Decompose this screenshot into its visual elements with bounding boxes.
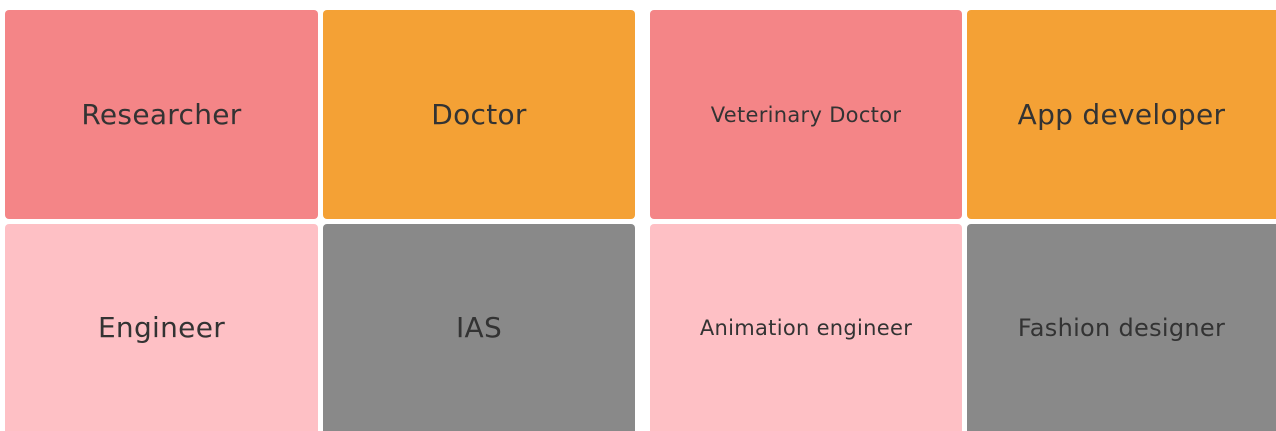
- card-label: Doctor: [431, 98, 527, 131]
- card-label: IAS: [455, 311, 503, 344]
- card-label: Engineer: [97, 311, 226, 344]
- card-fashion-designer[interactable]: Fashion designer: [967, 224, 1276, 431]
- card-board: Researcher Doctor Veterinary Doctor App …: [0, 0, 1276, 431]
- card-label: Animation engineer: [699, 315, 913, 340]
- card-app-developer[interactable]: App developer: [967, 10, 1276, 219]
- card-animation-engineer[interactable]: Animation engineer: [650, 224, 962, 431]
- card-label: Veterinary Doctor: [710, 102, 902, 127]
- card-ias[interactable]: IAS: [323, 224, 635, 431]
- card-veterinary-doctor[interactable]: Veterinary Doctor: [650, 10, 962, 219]
- card-researcher[interactable]: Researcher: [5, 10, 318, 219]
- card-label: Fashion designer: [1017, 313, 1226, 342]
- card-label: Researcher: [81, 98, 242, 131]
- card-engineer[interactable]: Engineer: [5, 224, 318, 431]
- card-label: App developer: [1017, 98, 1226, 131]
- card-doctor[interactable]: Doctor: [323, 10, 635, 219]
